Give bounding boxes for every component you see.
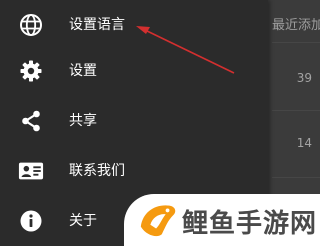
recent-added-header[interactable]: 最近添加 xyxy=(272,14,320,33)
fish-logo-icon xyxy=(140,205,176,237)
drawer-item-settings[interactable]: 设置 xyxy=(0,46,268,96)
drawer-item-contact[interactable]: 联系我们 xyxy=(0,146,268,196)
list-divider xyxy=(272,110,320,111)
watermark-text: 鲤鱼手游网 xyxy=(182,209,318,239)
drawer-item-label: 设置 xyxy=(69,63,97,79)
drawer-item-label: 共享 xyxy=(69,113,97,129)
gear-icon xyxy=(18,58,44,84)
list-item-count: 14 xyxy=(296,136,312,150)
list-item-count: 39 xyxy=(296,71,312,85)
share-icon xyxy=(18,108,44,134)
drawer-item-language[interactable]: 设置语言 xyxy=(0,0,268,50)
site-watermark: 鲤鱼手游网 xyxy=(124,194,320,246)
list-divider xyxy=(272,42,320,43)
list-divider xyxy=(272,177,320,178)
contact-card-icon xyxy=(18,158,44,184)
drawer-item-label: 关于 xyxy=(69,213,97,229)
drawer-item-label: 联系我们 xyxy=(69,163,125,179)
globe-icon xyxy=(18,12,44,38)
info-icon xyxy=(18,208,44,234)
drawer-item-share[interactable]: 共享 xyxy=(0,96,268,146)
drawer-item-label: 设置语言 xyxy=(69,17,125,33)
